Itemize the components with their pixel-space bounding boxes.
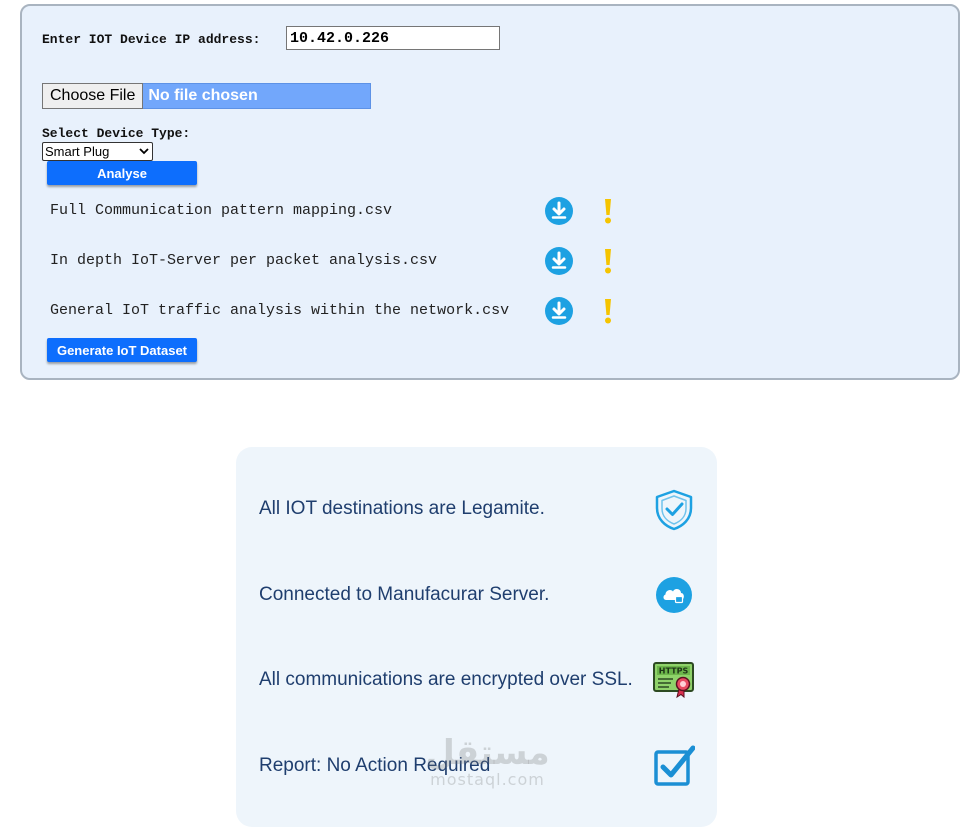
shield-check-icon — [655, 489, 693, 531]
file-link-general-traffic-analysis[interactable]: General IoT traffic analysis within the … — [50, 302, 509, 319]
choose-file-button[interactable]: Choose File — [42, 83, 144, 109]
https-certificate-icon: HTTPS — [653, 662, 694, 699]
ip-address-input[interactable] — [286, 26, 500, 50]
exclamation-icon — [605, 199, 611, 224]
device-type-selected: Smart Plug — [45, 144, 110, 159]
file-status: No file chosen — [148, 87, 258, 104]
exclamation-icon — [605, 249, 611, 274]
svg-text:HTTPS: HTTPS — [659, 667, 689, 676]
report-item-destinations: All IOT destinations are Legamite. — [259, 498, 545, 519]
ip-label: Enter IOT Device IP address: — [42, 32, 261, 47]
download-icon[interactable] — [545, 297, 573, 325]
report-item-manufacturer-server: Connected to Manufacurar Server. — [259, 584, 550, 605]
exclamation-icon — [605, 299, 611, 324]
device-type-label: Select Device Type: — [42, 126, 191, 141]
download-icon[interactable] — [545, 197, 573, 225]
device-type-select[interactable]: Smart Plug — [42, 142, 153, 161]
file-link-communication-pattern[interactable]: Full Communication pattern mapping.csv — [50, 202, 392, 219]
download-icon[interactable] — [545, 247, 573, 275]
report-item-summary: Report: No Action Required — [259, 755, 491, 776]
chevron-down-icon — [139, 148, 149, 155]
analysis-panel: Enter IOT Device IP address: Choose File… — [20, 4, 960, 380]
report-card: All IOT destinations are Legamite. Conne… — [236, 447, 717, 827]
file-link-per-packet-analysis[interactable]: In depth IoT-Server per packet analysis.… — [50, 252, 437, 269]
checkbox-checked-icon — [654, 745, 695, 786]
generate-dataset-button[interactable]: Generate IoT Dataset — [47, 338, 197, 362]
file-picker[interactable]: Choose File No file chosen — [42, 83, 371, 109]
analyse-button[interactable]: Analyse — [47, 161, 197, 185]
cloud-lock-icon — [656, 577, 692, 613]
report-item-ssl: All communications are encrypted over SS… — [259, 669, 633, 690]
